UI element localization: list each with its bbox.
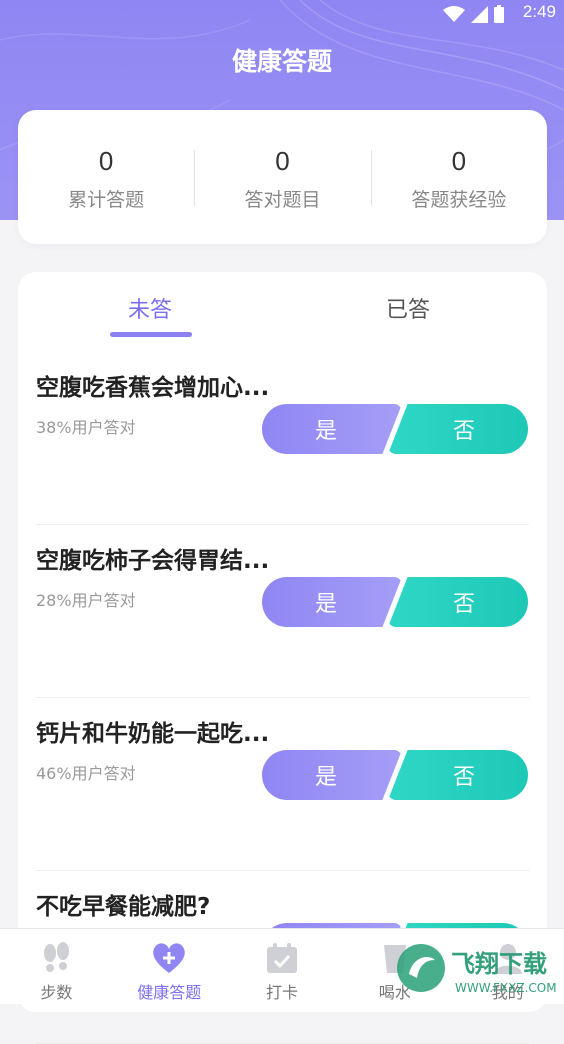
stat-total-answered: 0 累计答题 [18,110,194,244]
stat-label: 答题获经验 [411,189,507,211]
tabbar-label: 打卡 [265,983,298,1002]
battery-icon [494,5,504,23]
watermark-logo: 飞翔下载 WWW.FXXZ.COM [397,944,557,995]
question-item: 钙片和牛奶能一起吃... 46%用户答对 是 否 [36,698,529,871]
svg-text:飞翔下载: 飞翔下载 [451,950,547,978]
tabbar-item-steps[interactable]: 步数 [0,929,113,1004]
question-item: 空腹吃柿子会得胃结... 28%用户答对 是 否 [36,525,529,698]
question-title: 空腹吃柿子会得胃结... [36,548,270,574]
tabbar-item-checkin[interactable]: 打卡 [226,929,339,1004]
stat-label: 答对题目 [244,189,321,211]
stat-value: 0 [275,146,290,176]
answer-buttons: 是 否 [262,577,528,627]
stat-correct: 0 答对题目 [194,110,370,244]
stats-card: 0 累计答题 0 答对题目 0 答题获经验 [18,110,547,244]
stat-experience: 0 答题获经验 [370,110,547,244]
quiz-tabs: 未答 已答 [18,272,547,352]
svg-text:WWW.FXXZ.COM: WWW.FXXZ.COM [455,981,557,995]
tab-answered[interactable]: 已答 [328,292,488,324]
question-title: 空腹吃香蕉会增加心... [36,375,270,401]
status-icons [443,5,504,23]
no-button[interactable]: 否 [388,404,528,454]
yes-button[interactable]: 是 [262,577,402,627]
question-correct-rate: 38%用户答对 [36,418,136,437]
status-bar: 2:49 [0,0,564,26]
watermark: 飞翔下载 WWW.FXXZ.COM [395,940,560,996]
tab-indicator [110,332,192,337]
question-item: 空腹吃香蕉会增加心... 38%用户答对 是 否 [36,352,529,525]
quiz-card: 未答 已答 空腹吃香蕉会增加心... 38%用户答对 是 否 空腹吃柿子会得胃结… [18,272,547,1044]
page-title: 健康答题 [231,47,332,76]
yes-button[interactable]: 是 [262,750,402,800]
question-title: 不吃早餐能减肥? [36,894,211,920]
question-correct-rate: 28%用户答对 [36,591,136,610]
stat-value: 0 [98,146,114,176]
status-time: 2:49 [522,2,556,21]
tabbar-item-health-quiz[interactable]: 健康答题 [113,929,226,1004]
heart-plus-icon [151,941,187,975]
footprints-icon [38,941,74,975]
answer-buttons: 是 否 [262,750,528,800]
question-title: 钙片和牛奶能一起吃... [36,721,270,747]
stat-label: 累计答题 [68,189,145,211]
no-button[interactable]: 否 [388,577,528,627]
wifi-icon [443,5,465,22]
stat-value: 0 [451,146,467,176]
signal-icon [471,5,488,23]
no-button[interactable]: 否 [388,750,528,800]
tabbar-label: 步数 [40,983,73,1002]
yes-button[interactable]: 是 [262,404,402,454]
calendar-check-icon [264,941,300,975]
tab-unanswered[interactable]: 未答 [70,292,230,324]
tabbar-label: 健康答题 [137,983,202,1002]
answer-buttons: 是 否 [262,404,528,454]
question-correct-rate: 46%用户答对 [36,764,136,783]
